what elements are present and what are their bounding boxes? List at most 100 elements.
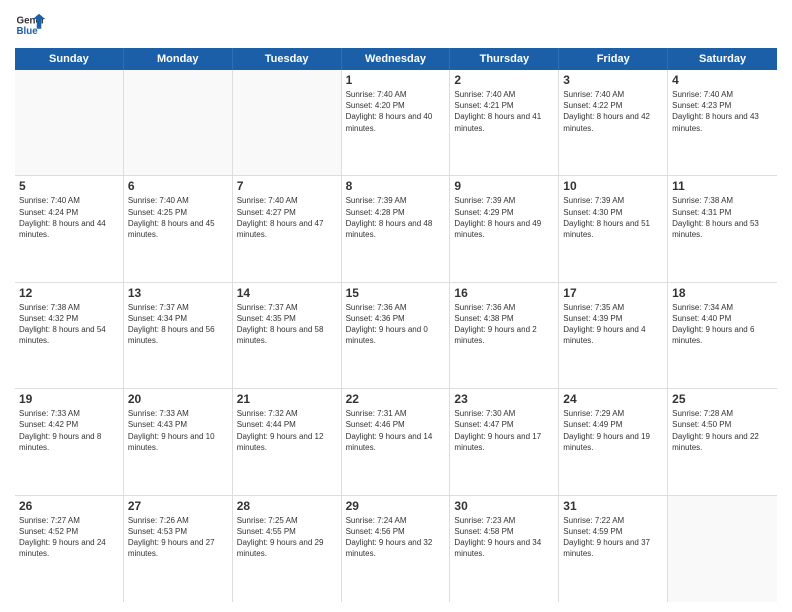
weekday-header: Friday (559, 48, 668, 70)
calendar-cell: 16 Sunrise: 7:36 AMSunset: 4:38 PMDayligh… (450, 283, 559, 388)
cell-details: Sunrise: 7:31 AMSunset: 4:46 PMDaylight:… (346, 408, 446, 453)
page: General Blue SundayMondayTuesdayWednesda… (0, 0, 792, 612)
calendar-cell: 7 Sunrise: 7:40 AMSunset: 4:27 PMDaylight… (233, 176, 342, 281)
calendar-row: 26 Sunrise: 7:27 AMSunset: 4:52 PMDayligh… (15, 496, 777, 602)
cell-details: Sunrise: 7:40 AMSunset: 4:24 PMDaylight:… (19, 195, 119, 240)
calendar-cell: 27 Sunrise: 7:26 AMSunset: 4:53 PMDayligh… (124, 496, 233, 602)
cell-details: Sunrise: 7:23 AMSunset: 4:58 PMDaylight:… (454, 515, 554, 560)
day-number: 25 (672, 392, 773, 406)
calendar-body: 1Sunrise: 7:40 AMSunset: 4:20 PMDaylight… (15, 70, 777, 602)
day-number: 23 (454, 392, 554, 406)
day-number: 1 (346, 73, 446, 87)
day-number: 3 (563, 73, 663, 87)
day-number: 19 (19, 392, 119, 406)
weekday-header: Monday (124, 48, 233, 70)
cell-details: Sunrise: 7:33 AMSunset: 4:43 PMDaylight:… (128, 408, 228, 453)
weekday-header: Sunday (15, 48, 124, 70)
cell-details: Sunrise: 7:36 AMSunset: 4:38 PMDaylight:… (454, 302, 554, 347)
calendar-row: 19 Sunrise: 7:33 AMSunset: 4:42 PMDayligh… (15, 389, 777, 495)
calendar-row: 12 Sunrise: 7:38 AMSunset: 4:32 PMDayligh… (15, 283, 777, 389)
day-number: 20 (128, 392, 228, 406)
cell-details: Sunrise: 7:40 AMSunset: 4:25 PMDaylight:… (128, 195, 228, 240)
day-number: 16 (454, 286, 554, 300)
calendar-cell: 15 Sunrise: 7:36 AMSunset: 4:36 PMDayligh… (342, 283, 451, 388)
svg-text:Blue: Blue (17, 26, 39, 37)
calendar-cell: 24 Sunrise: 7:29 AMSunset: 4:49 PMDayligh… (559, 389, 668, 494)
day-number: 15 (346, 286, 446, 300)
day-number: 8 (346, 179, 446, 193)
calendar-cell: 25Sunrise: 7:28 AMSunset: 4:50 PMDayligh… (668, 389, 777, 494)
calendar-cell: 18 Sunrise: 7:34 AMSunset: 4:40 PMDayligh… (668, 283, 777, 388)
cell-details: Sunrise: 7:40 AMSunset: 4:21 PMDaylight:… (454, 89, 554, 134)
cell-details: Sunrise: 7:39 AMSunset: 4:28 PMDaylight:… (346, 195, 446, 240)
day-number: 17 (563, 286, 663, 300)
calendar-cell: 8 Sunrise: 7:39 AMSunset: 4:28 PMDaylight… (342, 176, 451, 281)
calendar-cell: 1Sunrise: 7:40 AMSunset: 4:20 PMDaylight… (342, 70, 451, 175)
day-number: 11 (672, 179, 773, 193)
calendar-cell: 2 Sunrise: 7:40 AMSunset: 4:21 PMDaylight… (450, 70, 559, 175)
calendar-cell (668, 496, 777, 602)
calendar: SundayMondayTuesdayWednesdayThursdayFrid… (15, 48, 777, 602)
cell-details: Sunrise: 7:27 AMSunset: 4:52 PMDaylight:… (19, 515, 119, 560)
logo-icon: General Blue (15, 10, 45, 40)
calendar-row: 1Sunrise: 7:40 AMSunset: 4:20 PMDaylight… (15, 70, 777, 176)
calendar-cell: 14Sunrise: 7:37 AMSunset: 4:35 PMDayligh… (233, 283, 342, 388)
cell-details: Sunrise: 7:33 AMSunset: 4:42 PMDaylight:… (19, 408, 119, 453)
cell-details: Sunrise: 7:38 AMSunset: 4:32 PMDaylight:… (19, 302, 119, 347)
day-number: 9 (454, 179, 554, 193)
day-number: 24 (563, 392, 663, 406)
day-number: 2 (454, 73, 554, 87)
cell-details: Sunrise: 7:40 AMSunset: 4:27 PMDaylight:… (237, 195, 337, 240)
cell-details: Sunrise: 7:24 AMSunset: 4:56 PMDaylight:… (346, 515, 446, 560)
day-number: 4 (672, 73, 773, 87)
cell-details: Sunrise: 7:34 AMSunset: 4:40 PMDaylight:… (672, 302, 773, 347)
day-number: 30 (454, 499, 554, 513)
cell-details: Sunrise: 7:32 AMSunset: 4:44 PMDaylight:… (237, 408, 337, 453)
cell-details: Sunrise: 7:38 AMSunset: 4:31 PMDaylight:… (672, 195, 773, 240)
cell-details: Sunrise: 7:29 AMSunset: 4:49 PMDaylight:… (563, 408, 663, 453)
calendar-cell: 5 Sunrise: 7:40 AMSunset: 4:24 PMDaylight… (15, 176, 124, 281)
cell-details: Sunrise: 7:39 AMSunset: 4:29 PMDaylight:… (454, 195, 554, 240)
cell-details: Sunrise: 7:40 AMSunset: 4:22 PMDaylight:… (563, 89, 663, 134)
calendar-cell: 6 Sunrise: 7:40 AMSunset: 4:25 PMDaylight… (124, 176, 233, 281)
calendar-cell: 3 Sunrise: 7:40 AMSunset: 4:22 PMDaylight… (559, 70, 668, 175)
calendar-cell: 20 Sunrise: 7:33 AMSunset: 4:43 PMDayligh… (124, 389, 233, 494)
calendar-cell: 17Sunrise: 7:35 AMSunset: 4:39 PMDayligh… (559, 283, 668, 388)
cell-details: Sunrise: 7:39 AMSunset: 4:30 PMDaylight:… (563, 195, 663, 240)
day-number: 18 (672, 286, 773, 300)
calendar-cell: 22 Sunrise: 7:31 AMSunset: 4:46 PMDayligh… (342, 389, 451, 494)
day-number: 31 (563, 499, 663, 513)
calendar-cell: 26 Sunrise: 7:27 AMSunset: 4:52 PMDayligh… (15, 496, 124, 602)
cell-details: Sunrise: 7:36 AMSunset: 4:36 PMDaylight:… (346, 302, 446, 347)
calendar-cell (124, 70, 233, 175)
cell-details: Sunrise: 7:26 AMSunset: 4:53 PMDaylight:… (128, 515, 228, 560)
cell-details: Sunrise: 7:22 AMSunset: 4:59 PMDaylight:… (563, 515, 663, 560)
day-number: 6 (128, 179, 228, 193)
day-number: 13 (128, 286, 228, 300)
day-number: 10 (563, 179, 663, 193)
weekday-header: Saturday (668, 48, 777, 70)
day-number: 7 (237, 179, 337, 193)
day-number: 27 (128, 499, 228, 513)
weekday-header: Wednesday (342, 48, 451, 70)
cell-details: Sunrise: 7:30 AMSunset: 4:47 PMDaylight:… (454, 408, 554, 453)
calendar-cell: 28Sunrise: 7:25 AMSunset: 4:55 PMDayligh… (233, 496, 342, 602)
calendar-cell: 10 Sunrise: 7:39 AMSunset: 4:30 PMDayligh… (559, 176, 668, 281)
calendar-cell: 21 Sunrise: 7:32 AMSunset: 4:44 PMDayligh… (233, 389, 342, 494)
day-number: 5 (19, 179, 119, 193)
calendar-cell (233, 70, 342, 175)
calendar-cell: 4Sunrise: 7:40 AMSunset: 4:23 PMDaylight… (668, 70, 777, 175)
calendar-cell: 30 Sunrise: 7:23 AMSunset: 4:58 PMDayligh… (450, 496, 559, 602)
day-number: 12 (19, 286, 119, 300)
header: General Blue (15, 10, 777, 40)
day-number: 21 (237, 392, 337, 406)
cell-details: Sunrise: 7:25 AMSunset: 4:55 PMDaylight:… (237, 515, 337, 560)
calendar-row: 5 Sunrise: 7:40 AMSunset: 4:24 PMDaylight… (15, 176, 777, 282)
calendar-cell: 9 Sunrise: 7:39 AMSunset: 4:29 PMDaylight… (450, 176, 559, 281)
calendar-cell: 31 Sunrise: 7:22 AMSunset: 4:59 PMDayligh… (559, 496, 668, 602)
weekday-header: Tuesday (233, 48, 342, 70)
day-number: 22 (346, 392, 446, 406)
cell-details: Sunrise: 7:37 AMSunset: 4:35 PMDaylight:… (237, 302, 337, 347)
day-number: 26 (19, 499, 119, 513)
calendar-cell: 12 Sunrise: 7:38 AMSunset: 4:32 PMDayligh… (15, 283, 124, 388)
